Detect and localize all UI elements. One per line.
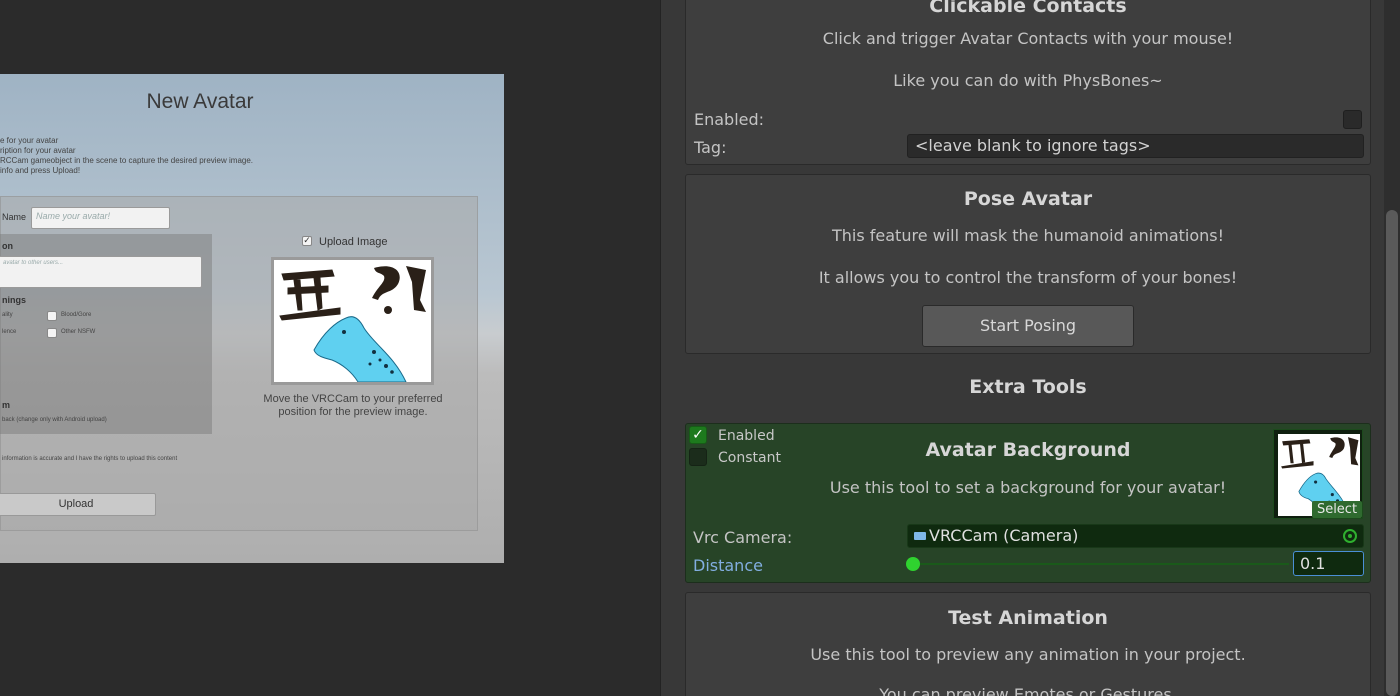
instruction-line: ription for your avatar [0,146,76,155]
instruction-line: RCCam gameobject in the scene to capture… [0,156,254,165]
object-picker-icon[interactable] [1343,529,1357,543]
preview-caption: Move the VRCCam to your preferred positi… [263,393,443,418]
test-animation-section: Test Animation Use this tool to preview … [685,592,1371,696]
avatar-upload-window: New Avatar e for your avatar ription for… [0,74,504,563]
content-warnings-label: nings [2,295,26,305]
distance-input[interactable]: 0.1 [1293,551,1364,576]
enabled-label: Enabled: [694,110,765,129]
upload-window-title: New Avatar [146,90,254,113]
name-label: Name [2,212,27,222]
section-description: Click and trigger Avatar Contacts with y… [822,29,1234,48]
vrc-camera-field[interactable]: VRCCam (Camera) [907,524,1364,548]
select-image-button[interactable]: Select [1312,501,1362,518]
warning-option: lence [2,329,17,335]
section-description: This feature will mask the humanoid anim… [831,226,1225,245]
camera-value: VRCCam (Camera) [929,526,1079,545]
warning-option: Blood/Gore [61,312,92,318]
warning-option: Other NSFW [61,329,96,335]
section-description: It allows you to control the transform o… [818,268,1238,287]
upload-button[interactable]: Upload [0,493,156,516]
section-title: Avatar Background [925,439,1131,461]
preview-image-frame [271,257,434,385]
enabled-toggle[interactable] [1343,110,1362,129]
warning-checkbox[interactable] [47,311,57,321]
camera-icon [914,531,926,540]
preview-image [274,260,431,383]
platform-note: back (change only with Android upload) [2,417,107,423]
pose-avatar-section: Pose Avatar This feature will mask the h… [685,174,1371,354]
instruction-line: info and press Upload! [0,166,81,175]
section-description: Use this tool to preview any animation i… [810,645,1246,664]
instruction-line: e for your avatar [0,136,59,145]
tag-label: Tag: [694,138,727,157]
section-title: Clickable Contacts [929,0,1127,17]
section-description: Like you can do with PhysBones~ [893,71,1163,90]
start-posing-button[interactable]: Start Posing [922,305,1134,347]
vrc-camera-label: Vrc Camera: [693,528,793,547]
avatar-name-input[interactable]: Name your avatar! [31,207,170,229]
distance-slider-handle[interactable] [906,557,920,571]
warning-option: ality [2,312,13,318]
upload-image-checkbox[interactable]: ✓ [302,236,312,246]
editor-window: New Avatar e for your avatar ription for… [0,0,1400,696]
section-title: Test Animation [948,607,1108,629]
section-description: You can preview Emotes or Gestures. [879,685,1177,696]
tag-input[interactable]: <leave blank to ignore tags> [907,134,1364,158]
section-description: Use this tool to set a background for yo… [829,478,1227,497]
upload-image-label: Upload Image [319,236,388,248]
distance-slider-track[interactable] [913,563,1289,565]
scene-view[interactable]: New Avatar e for your avatar ription for… [0,0,660,696]
description-input[interactable]: avatar to other users... [0,256,202,288]
clickable-contacts-section: Clickable Contacts Click and trigger Ava… [685,0,1371,165]
platform-label: m [2,400,11,410]
extra-tools-heading: Extra Tools [969,376,1087,398]
section-title: Pose Avatar [963,188,1093,210]
description-label: on [2,241,13,251]
warning-checkbox[interactable] [47,328,57,338]
rights-note: information is accurate and I have the r… [2,456,178,462]
scrollbar-thumb[interactable] [1386,210,1398,696]
distance-label: Distance [693,556,763,575]
